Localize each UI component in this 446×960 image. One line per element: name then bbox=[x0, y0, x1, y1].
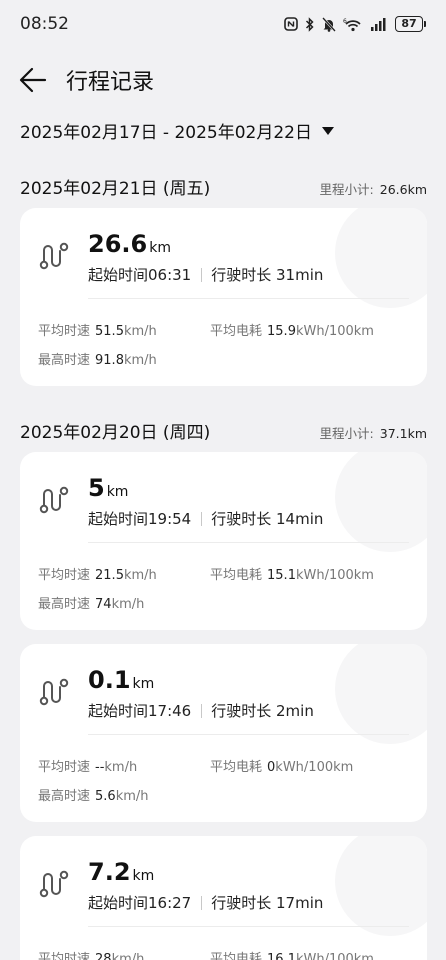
trip-times: 起始时间06:31 行驶时长 31min bbox=[88, 264, 323, 285]
avg-power: 平均电耗 16.1kWh/100km bbox=[210, 952, 374, 960]
header: 行程记录 bbox=[0, 58, 446, 102]
page-title: 行程记录 bbox=[66, 70, 155, 95]
card-divider bbox=[88, 734, 409, 735]
avg-speed: 平均时速 28km/h bbox=[38, 952, 145, 960]
wifi-icon: 6 bbox=[343, 18, 361, 31]
card-divider bbox=[88, 926, 409, 927]
route-icon bbox=[39, 242, 69, 270]
trip-duration: 行驶时长 31min bbox=[211, 266, 324, 284]
date-range-label: 2025年02月17日 - 2025年02月22日 bbox=[20, 123, 312, 143]
battery-level: 87 bbox=[395, 16, 423, 32]
back-arrow-icon bbox=[19, 67, 47, 93]
trip-distance: 0.1 km bbox=[88, 666, 155, 694]
max-speed: 最高时速 91.8km/h bbox=[38, 353, 157, 368]
trip-duration: 行驶时长 14min bbox=[211, 510, 324, 528]
day-header: 2025年02月21日 (周五) 里程小计: 26.6km bbox=[20, 174, 427, 204]
card-watermark bbox=[335, 836, 427, 936]
trip-start-time: 起始时间16:27 bbox=[88, 894, 192, 912]
caret-down-icon bbox=[322, 126, 334, 135]
trip-distance: 7.2 km bbox=[88, 858, 155, 886]
avg-speed: 平均时速 21.5km/h bbox=[38, 568, 157, 583]
trip-card[interactable]: 5 km 起始时间19:54 行驶时长 14min 平均时速 21.5km/h 平均电… bbox=[20, 452, 427, 630]
bluetooth-icon bbox=[305, 16, 314, 32]
date-range-selector[interactable]: 2025年02月17日 - 2025年02月22日 bbox=[20, 118, 334, 143]
route-icon bbox=[39, 486, 69, 514]
card-watermark bbox=[335, 644, 427, 744]
avg-speed: 平均时速 51.5km/h bbox=[38, 324, 157, 339]
nfc-icon bbox=[284, 17, 298, 31]
day-date: 2025年02月20日 (周四) bbox=[20, 423, 211, 443]
trip-card[interactable]: 26.6 km 起始时间06:31 行驶时长 31min 平均时速 51.5km/h … bbox=[20, 208, 427, 386]
day-date: 2025年02月21日 (周五) bbox=[20, 179, 211, 199]
back-button[interactable] bbox=[18, 66, 48, 94]
trip-times: 起始时间16:27 行驶时长 17min bbox=[88, 892, 323, 913]
card-watermark bbox=[335, 208, 427, 308]
mute-icon bbox=[322, 16, 336, 32]
avg-power: 平均电耗 0kWh/100km bbox=[210, 760, 354, 775]
card-watermark bbox=[335, 452, 427, 552]
trip-card[interactable]: 7.2 km 起始时间16:27 行驶时长 17min 平均时速 28km/h 平均电… bbox=[20, 836, 427, 960]
card-divider bbox=[88, 542, 409, 543]
trip-start-time: 起始时间06:31 bbox=[88, 266, 192, 284]
trip-duration: 行驶时长 2min bbox=[211, 702, 314, 720]
card-divider bbox=[88, 298, 409, 299]
trip-times: 起始时间19:54 行驶时长 14min bbox=[88, 508, 323, 529]
status-icons: 6 87 bbox=[284, 16, 426, 32]
trip-distance: 5 km bbox=[88, 474, 129, 502]
status-bar: 08:52 6 87 bbox=[0, 0, 446, 52]
trip-card[interactable]: 0.1 km 起始时间17:46 行驶时长 2min 平均时速 --km/h 平均电耗… bbox=[20, 644, 427, 822]
max-speed: 最高时速 74km/h bbox=[38, 597, 145, 612]
trip-start-time: 起始时间17:46 bbox=[88, 702, 192, 720]
trip-times: 起始时间17:46 行驶时长 2min bbox=[88, 700, 314, 721]
battery-icon: 87 bbox=[395, 16, 426, 32]
day-subtotal: 里程小计: 37.1km bbox=[319, 426, 427, 441]
status-time: 08:52 bbox=[20, 14, 69, 34]
trip-start-time: 起始时间19:54 bbox=[88, 510, 192, 528]
route-icon bbox=[39, 870, 69, 898]
avg-power: 平均电耗 15.9kWh/100km bbox=[210, 324, 374, 339]
max-speed: 最高时速 5.6km/h bbox=[38, 789, 149, 804]
avg-power: 平均电耗 15.1kWh/100km bbox=[210, 568, 374, 583]
signal-icon bbox=[371, 18, 386, 31]
route-icon bbox=[39, 678, 69, 706]
avg-speed: 平均时速 --km/h bbox=[38, 760, 138, 775]
trip-distance: 26.6 km bbox=[88, 230, 171, 258]
day-subtotal: 里程小计: 26.6km bbox=[319, 182, 427, 197]
day-header: 2025年02月20日 (周四) 里程小计: 37.1km bbox=[20, 418, 427, 448]
trip-duration: 行驶时长 17min bbox=[211, 894, 324, 912]
